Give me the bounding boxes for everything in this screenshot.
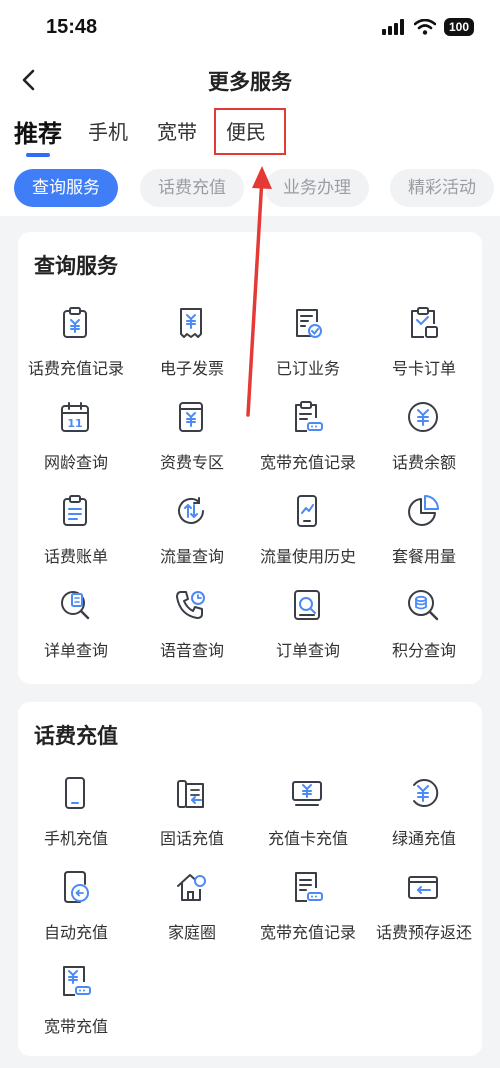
grid-item-recharge-record[interactable]: 话费充值记录 [18,300,134,390]
clipboard-sim-icon [411,307,438,338]
grid-item-points-query[interactable]: 积分查询 [366,582,482,672]
grid-item-network-age[interactable]: 11 网龄查询 [18,394,134,484]
book-yuan-icon [179,402,203,432]
page-title: 更多服务 [208,70,292,94]
home-circle-icon [177,874,206,901]
grid-item-broadband-recharge-record[interactable]: 宽带充值记录 [250,864,366,954]
battery-indicator: 100 [443,18,474,36]
status-time: 15:48 [46,16,98,38]
section-title: 查询服务 [34,254,118,278]
clipboard-router-icon [295,401,323,432]
query-service-card: 查询服务 话费充值记录 电子发票 已订业务 号卡订单 11 网龄查询 资费专区 … [18,232,482,684]
grid-item-label: 话费预存返还 [375,923,472,942]
wifi-icon [413,19,436,35]
auto-recharge-icon [64,871,89,903]
order-search-icon [294,590,320,620]
broadband-record-icon [295,872,323,902]
calendar-icon: 11 [61,402,89,432]
highlight-box [214,108,286,155]
bill-list-icon [63,495,87,526]
grid-item-label: 积分查询 [391,641,456,660]
recharge-card: 话费充值 手机充值 固话充值 充值卡充值 绿通充值 自动充值 家庭圈 宽带充值记… [18,702,482,1056]
points-search-icon [408,590,439,621]
chip-query-service[interactable]: 查询服务 [14,169,118,207]
grid-item-label: 充值卡充值 [267,829,348,848]
grid-item-order-query[interactable]: 订单查询 [250,582,366,672]
grid-item-label: 固话充值 [159,829,224,848]
prepay-return-icon [408,876,438,899]
grid-item-label: 资费专区 [159,453,224,472]
grid-item-label: 自动充值 [43,923,108,942]
grid-item-label: 话费充值记录 [27,359,124,378]
grid-item-package-usage[interactable]: 套餐用量 [366,488,482,578]
grid-item-card-recharge[interactable]: 充值卡充值 [250,770,366,860]
document-check-icon [296,309,322,338]
chip-business[interactable]: 业务办理 [265,169,369,207]
chip-activities[interactable]: 精彩活动 [390,169,494,207]
broadband-recharge-icon [63,966,91,996]
tab-recommend[interactable]: 推荐 [14,114,62,149]
header-area: 15:48 100 更多服务 推荐 手机 宽带 便民 查询服务 话费充值 业务办… [0,0,500,216]
grid-item-mobile-recharge[interactable]: 手机充值 [18,770,134,860]
grid-item-label: 宽带充值 [43,1017,108,1036]
grid-item-balance[interactable]: 话费余额 [366,394,482,484]
grid-item-label: 语音查询 [159,641,224,660]
chip-recharge[interactable]: 话费充值 [140,169,244,207]
grid-item-detail-query[interactable]: 详单查询 [18,582,134,672]
grid-item-label: 已订业务 [275,359,340,378]
search-document-icon [61,591,90,620]
data-transfer-icon [178,497,204,524]
status-bar: 15:48 100 [0,0,500,56]
grid-item-label: 电子发票 [159,359,224,378]
category-chips: 查询服务 话费充值 业务办理 精彩活动 [0,168,500,208]
grid-item-label: 详单查询 [43,641,108,660]
grid-item-label: 宽带充值记录 [259,923,356,942]
receipt-yuan-icon [180,308,202,338]
pie-chart-icon [408,495,439,526]
grid-item-label: 流量查询 [159,547,224,566]
coin-yuan-icon [408,402,438,432]
grid-item-broadband-record[interactable]: 宽带充值记录 [250,394,366,484]
grid-item-tariff[interactable]: 资费专区 [134,394,250,484]
grid-item-data-query[interactable]: 流量查询 [134,488,250,578]
grid-item-label: 宽带充值记录 [259,453,356,472]
section-title: 话费充值 [34,724,118,748]
recharge-card-icon [292,781,322,806]
grid-item-label: 号卡订单 [391,359,456,378]
grid-item-label: 家庭圈 [167,923,216,942]
tab-broadband[interactable]: 宽带 [157,116,197,145]
grid-item-sim-order[interactable]: 号卡订单 [366,300,482,390]
phone-chart-icon [297,495,317,527]
active-tab-indicator [26,153,50,157]
grid-item-label: 话费余额 [391,453,456,472]
grid-item-label: 流量使用历史 [259,547,356,566]
grid-item-label: 套餐用量 [391,547,456,566]
signal-icon [381,19,404,35]
phone-clock-icon [176,591,205,619]
clipboard-yuan-icon [63,307,87,338]
grid-item-e-invoice[interactable]: 电子发票 [134,300,250,390]
status-icons: 100 [381,18,474,36]
landline-icon [177,780,204,808]
grid-item-landline-recharge[interactable]: 固话充值 [134,770,250,860]
grid-item-prepay-return[interactable]: 话费预存返还 [366,864,482,954]
grid-item-data-history[interactable]: 流量使用历史 [250,488,366,578]
grid-item-label: 订单查询 [275,641,340,660]
mobile-phone-icon [65,777,85,809]
green-channel-icon [413,779,439,807]
grid-item-auto-recharge[interactable]: 自动充值 [18,864,134,954]
grid-item-subscribed[interactable]: 已订业务 [250,300,366,390]
grid-item-voice-query[interactable]: 语音查询 [134,582,250,672]
grid-item-label: 手机充值 [43,829,108,848]
grid-item-green-recharge[interactable]: 绿通充值 [366,770,482,860]
grid-item-label: 话费账单 [43,547,108,566]
svg-text:11: 11 [67,417,82,430]
grid-item-label: 网龄查询 [43,453,108,472]
grid-item-family-circle[interactable]: 家庭圈 [134,864,250,954]
tab-mobile[interactable]: 手机 [88,116,128,145]
grid-item-bill[interactable]: 话费账单 [18,488,134,578]
nav-bar: 更多服务 [0,58,500,102]
grid-item-broadband-recharge[interactable]: 宽带充值 [18,958,134,1048]
grid-item-label: 绿通充值 [391,829,456,848]
